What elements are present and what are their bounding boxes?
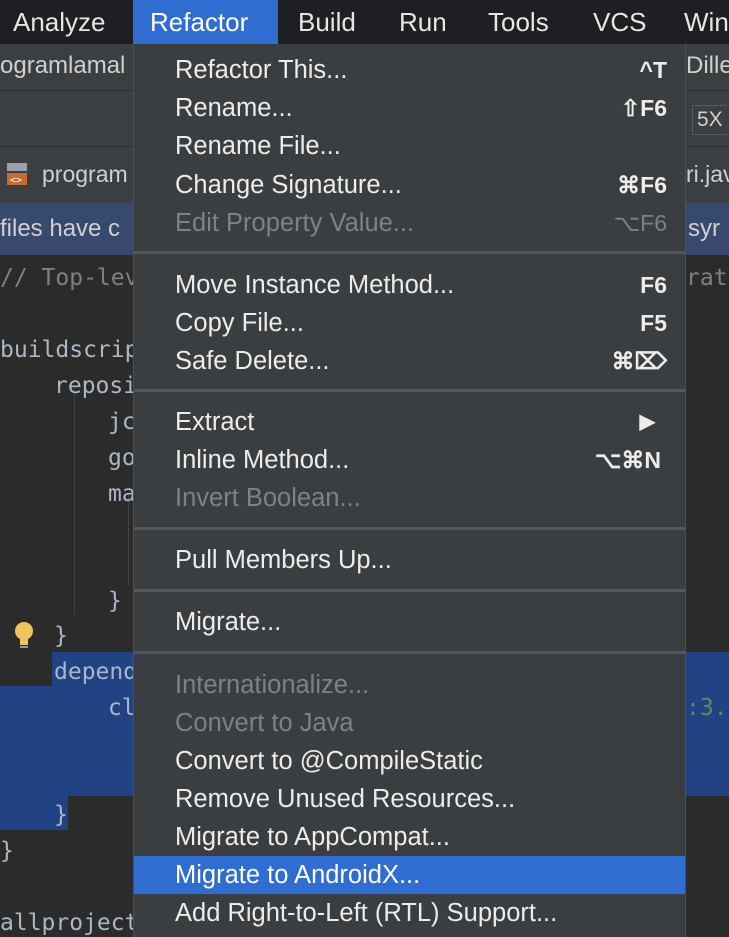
- menu-item-label: Edit Property Value...: [175, 209, 415, 237]
- menu-item-invert-boolean: Invert Boolean...: [134, 479, 685, 517]
- code-line: }: [108, 588, 122, 614]
- code-line-right: rat:: [686, 265, 729, 291]
- menu-item-label: Rename...: [175, 94, 293, 122]
- submenu-arrow-icon: ▶: [639, 411, 655, 433]
- menu-item-label: Pull Members Up...: [175, 546, 392, 574]
- menu-refactor[interactable]: Refactor: [133, 0, 278, 44]
- menu-window[interactable]: Win: [671, 0, 729, 44]
- menu-item-shortcut: ⌘F6: [617, 172, 667, 198]
- menu-item-shortcut: ⌥⌘N: [594, 447, 661, 473]
- menu-analyze[interactable]: Analyze: [0, 0, 119, 44]
- menu-item-refactor-this[interactable]: Refactor This... ^T: [134, 51, 685, 89]
- menu-item-edit-property-value: Edit Property Value... ⌥F6: [134, 204, 685, 242]
- code-line: }: [54, 623, 68, 649]
- menu-item-copy-file[interactable]: Copy File... F5: [134, 304, 685, 342]
- code-line-right: :3.5: [686, 695, 729, 721]
- menu-item-label: Rename File...: [175, 132, 341, 160]
- menu-separator: [134, 527, 685, 530]
- menu-item-label: Extract: [175, 408, 255, 436]
- menu-separator: [134, 651, 685, 654]
- menu-item-convert-to-java: Convert to Java: [134, 704, 685, 742]
- menu-item-migrate[interactable]: Migrate...: [134, 603, 685, 641]
- lightbulb-icon[interactable]: [12, 620, 36, 650]
- menu-run[interactable]: Run: [386, 0, 460, 44]
- menu-item-shortcut: ^T: [639, 57, 667, 83]
- refactor-dropdown-menu: Refactor This... ^T Rename... ⇧F6 Rename…: [133, 44, 686, 937]
- menu-item-label: Convert to @CompileStatic: [175, 747, 483, 775]
- menu-item-safe-delete[interactable]: Safe Delete... ⌘⌦: [134, 342, 685, 380]
- menu-item-label: Remove Unused Resources...: [175, 785, 516, 813]
- menu-item-add-rtl-support[interactable]: Add Right-to-Left (RTL) Support...: [134, 894, 685, 932]
- menu-item-label: Inline Method...: [175, 446, 350, 474]
- menu-item-rename[interactable]: Rename... ⇧F6: [134, 89, 685, 127]
- menu-item-remove-unused-resources[interactable]: Remove Unused Resources...: [134, 780, 685, 818]
- menu-separator: [134, 389, 685, 392]
- code-line: buildscrip: [0, 337, 139, 363]
- menu-item-convert-to-compilestatic[interactable]: Convert to @CompileStatic: [134, 742, 685, 780]
- menu-separator: [134, 251, 685, 254]
- menu-item-shortcut: ⌥F6: [613, 210, 667, 236]
- menu-item-move-instance-method[interactable]: Move Instance Method... F6: [134, 266, 685, 304]
- menu-vcs[interactable]: VCS: [580, 0, 659, 44]
- menu-item-migrate-to-androidx[interactable]: Migrate to AndroidX...: [134, 856, 685, 894]
- code-line: }: [0, 838, 14, 864]
- menu-item-label: Migrate to AndroidX...: [175, 861, 421, 889]
- menu-item-shortcut: F5: [640, 310, 667, 336]
- menu-item-shortcut: F6: [640, 272, 667, 298]
- breadcrumb-left[interactable]: program: [42, 161, 128, 188]
- menu-item-pull-members-up[interactable]: Pull Members Up...: [134, 541, 685, 579]
- menu-item-change-signature[interactable]: Change Signature... ⌘F6: [134, 166, 685, 204]
- tab-right-label[interactable]: Dille: [686, 52, 729, 80]
- menu-bar: Analyze Refactor Build Run Tools VCS Win: [0, 0, 729, 44]
- menu-item-shortcut: ⌘⌦: [611, 348, 667, 374]
- notice-right-text[interactable]: syr: [688, 215, 720, 243]
- svg-text:<>: <>: [10, 175, 22, 186]
- menu-item-inline-method[interactable]: Inline Method... ⌥⌘N: [134, 441, 685, 479]
- code-line: jc: [108, 409, 136, 435]
- menu-item-label: Internationalize...: [175, 671, 370, 699]
- menu-item-label: Change Signature...: [175, 171, 402, 199]
- code-line: allproject: [0, 910, 139, 936]
- menu-item-label: Safe Delete...: [175, 347, 330, 375]
- menu-item-label: Refactor This...: [175, 56, 348, 84]
- menu-item-label: Add Right-to-Left (RTL) Support...: [175, 899, 558, 927]
- menu-item-label: Migrate...: [175, 608, 282, 636]
- menu-item-label: Invert Boolean...: [175, 484, 361, 512]
- menu-item-label: Migrate to AppCompat...: [175, 823, 450, 851]
- code-line: cl: [108, 695, 136, 721]
- menu-item-rename-file[interactable]: Rename File...: [134, 127, 685, 165]
- menu-tools[interactable]: Tools: [475, 0, 562, 44]
- menu-item-label: Copy File...: [175, 309, 304, 337]
- menu-item-extract[interactable]: Extract ▶: [134, 403, 685, 441]
- menu-build[interactable]: Build: [285, 0, 369, 44]
- notice-left-text: files have c: [0, 215, 121, 242]
- menu-item-label: Convert to Java: [175, 709, 354, 737]
- code-line: // Top-lev: [0, 265, 139, 291]
- menu-item-label: Move Instance Method...: [175, 271, 455, 299]
- selection-band: [686, 652, 729, 796]
- breadcrumb-right[interactable]: ri.jav: [686, 161, 729, 188]
- menu-item-migrate-to-appcompat[interactable]: Migrate to AppCompat...: [134, 818, 685, 856]
- menu-separator: [134, 589, 685, 592]
- menu-item-shortcut: ⇧F6: [620, 95, 667, 121]
- code-line: }: [54, 802, 68, 828]
- tab-left-label[interactable]: ogramlamal: [0, 52, 125, 80]
- toolbar-badge[interactable]: 5X: [692, 105, 727, 135]
- code-line: ma: [108, 481, 136, 507]
- file-icon: <>: [4, 160, 32, 188]
- code-line: depend: [54, 659, 138, 685]
- menu-item-internationalize: Internationalize...: [134, 666, 685, 704]
- code-line: reposi: [54, 373, 138, 399]
- code-line: go: [108, 445, 136, 471]
